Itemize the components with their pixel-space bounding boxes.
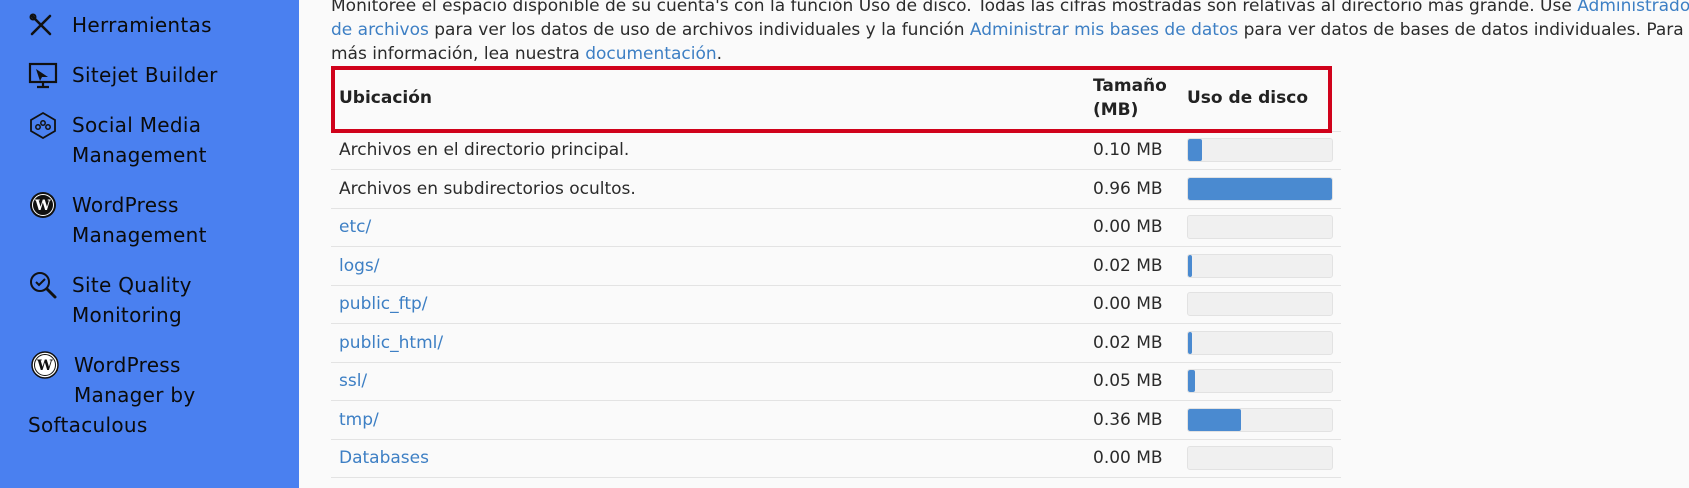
usage-bar-cell	[1179, 207, 1341, 247]
site-quality-icon	[28, 270, 60, 300]
size-value: 0.05 MB	[1085, 361, 1179, 401]
sidebar: Herramientas Sitejet Builder Social Medi…	[0, 0, 299, 488]
table-row: public_ftp/0.00 MB	[331, 284, 1341, 324]
usage-bar-cell	[1179, 284, 1341, 324]
location-link[interactable]: ssl/	[331, 361, 1085, 401]
size-value: 0.00 MB	[1085, 438, 1179, 478]
intro-text-part: .	[716, 44, 723, 64]
location-link[interactable]: etc/	[331, 207, 1085, 247]
usage-bar-cell	[1179, 323, 1341, 362]
location-link[interactable]: public_ftp/	[331, 284, 1085, 324]
table-row: Databases 0.00 MB	[331, 438, 1341, 478]
usage-bar	[1187, 330, 1333, 355]
sidebar-item-label: Social Media Management	[72, 113, 207, 167]
usage-bar-cell	[1179, 400, 1341, 439]
sidebar-item-label-cont: Softaculous	[28, 413, 148, 437]
sidebar-item-label: Site Quality Monitoring	[72, 273, 192, 327]
size-value: 0.02 MB	[1085, 323, 1179, 362]
usage-bar-fill	[1188, 331, 1193, 354]
location-link[interactable]: Databases	[331, 438, 1085, 478]
size-value: 0.00 MB	[1085, 207, 1179, 247]
usage-bar-fill	[1188, 177, 1332, 200]
usage-bar-cell	[1179, 438, 1341, 478]
table-row: ssl/0.05 MB	[331, 361, 1341, 401]
documentation-link[interactable]: documentación	[585, 44, 716, 64]
usage-bar-fill	[1188, 370, 1196, 393]
sidebar-item-herramientas[interactable]: Herramientas	[28, 10, 212, 40]
wordpress-icon: W	[28, 190, 60, 220]
usage-bar-cell	[1179, 130, 1341, 170]
usage-bar	[1187, 292, 1333, 317]
social-media-icon	[28, 110, 60, 140]
intro-text: Monitoree el espacio disponible de su cu…	[331, 0, 1689, 66]
header-highlight-box	[331, 66, 1332, 133]
table-row: logs/0.02 MB	[331, 246, 1341, 285]
location-link[interactable]: logs/	[331, 246, 1085, 285]
size-value: 0.00 MB	[1085, 284, 1179, 324]
location-link[interactable]: public_html/	[331, 323, 1085, 362]
intro-text-part: Monitoree el espacio disponible de su cu…	[331, 0, 1578, 16]
usage-bar-cell	[1179, 246, 1341, 285]
size-value: 0.36 MB	[1085, 400, 1179, 439]
sidebar-item-label: Sitejet Builder	[72, 63, 218, 87]
sidebar-item-social-media[interactable]: Social Media Management	[28, 110, 207, 170]
usage-bar-cell	[1179, 361, 1341, 401]
location-label: Archivos en subdirectorios ocultos.	[331, 169, 1085, 208]
sidebar-item-label: Herramientas	[72, 13, 212, 37]
table-row: public_html/0.02 MB	[331, 323, 1341, 362]
size-value: 0.10 MB	[1085, 130, 1179, 170]
usage-bar	[1187, 138, 1333, 163]
sidebar-item-label: WordPress Management	[72, 193, 207, 247]
sidebar-item-sitejet[interactable]: Sitejet Builder	[28, 60, 218, 90]
usage-bar	[1187, 253, 1333, 278]
table-row: Archivos en el directorio principal. 0.10…	[331, 130, 1341, 170]
usage-bar-fill	[1188, 139, 1203, 162]
wordpress-icon: W	[30, 350, 62, 380]
usage-bar	[1187, 446, 1333, 471]
usage-bar	[1187, 215, 1333, 240]
usage-bar-fill	[1188, 254, 1193, 277]
table-row: tmp/0.36 MB	[331, 400, 1341, 439]
size-value: 0.96 MB	[1085, 169, 1179, 208]
svg-text:W: W	[34, 198, 51, 214]
manage-databases-link[interactable]: Administrar mis bases de datos	[970, 20, 1238, 40]
usage-bar	[1187, 176, 1333, 201]
location-link[interactable]: tmp/	[331, 400, 1085, 439]
usage-bar-fill	[1188, 408, 1242, 431]
sidebar-item-wordpress-management[interactable]: W WordPress Management	[28, 190, 207, 250]
sitejet-icon	[28, 60, 60, 90]
table-row: Archivos en subdirectorios ocultos. 0.96 …	[331, 169, 1341, 208]
sidebar-item-site-quality[interactable]: Site Quality Monitoring	[28, 270, 192, 330]
usage-bar	[1187, 407, 1333, 432]
table-row: etc/0.00 MB	[331, 207, 1341, 247]
svg-text:W: W	[36, 358, 53, 374]
tools-icon	[28, 10, 60, 40]
usage-bar-cell	[1179, 169, 1341, 208]
usage-bar	[1187, 369, 1333, 394]
location-label: Archivos en el directorio principal.	[331, 130, 1085, 170]
size-value: 0.02 MB	[1085, 246, 1179, 285]
sidebar-item-wordpress-softaculous[interactable]: W WordPress Manager by Softaculous	[28, 350, 196, 440]
sidebar-item-label: WordPress Manager by	[74, 353, 196, 407]
intro-text-part: para ver los datos de uso de archivos in…	[428, 20, 970, 40]
